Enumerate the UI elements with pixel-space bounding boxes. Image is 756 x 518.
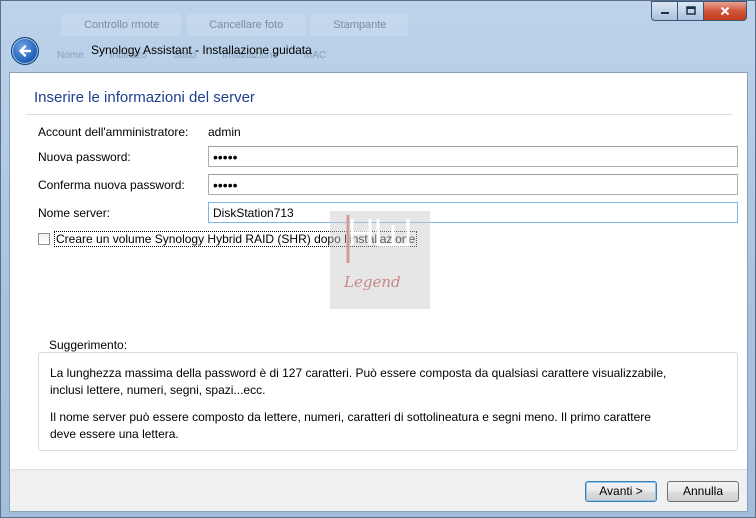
hint-title: Suggerimento: (46, 338, 131, 352)
back-button[interactable] (11, 37, 39, 65)
confirm-password-label: Conferma nuova password: (38, 178, 185, 192)
minimize-icon (660, 12, 669, 14)
wizard-footer: Avanti > Annulla (10, 470, 747, 511)
window-controls (651, 1, 747, 21)
back-arrow-icon (19, 45, 32, 57)
hint-servername-line1: Il nome server può essere composto da le… (50, 410, 651, 424)
watermark-text: Legend (344, 273, 401, 291)
admin-account-value: admin (208, 125, 241, 139)
background-tab: Controllo rmote (61, 13, 183, 36)
window-title: Synology Assistant - Installazione guida… (91, 43, 312, 57)
server-name-field[interactable] (208, 202, 738, 223)
cancel-button[interactable]: Annulla (667, 481, 739, 502)
server-name-label: Nome server: (38, 206, 111, 220)
minimize-button[interactable] (651, 1, 677, 21)
new-password-label: Nuova password: (38, 150, 131, 164)
shr-checkbox[interactable] (38, 233, 50, 245)
hint-servername-line2: deve essere una lettera. (50, 427, 179, 441)
admin-account-label: Account dell'amministratore: (38, 125, 189, 139)
heading-divider (26, 114, 732, 115)
background-tabs: Controllo rmote Cancellare foto Stampant… (61, 13, 410, 39)
watermark-mark-icon (346, 215, 410, 263)
watermark-logo: Legend (330, 211, 430, 309)
new-password-field[interactable] (208, 146, 738, 167)
next-button[interactable]: Avanti > (585, 481, 657, 502)
hint-password-line2: inclusi lettere, numeri, segni, spazi...… (50, 383, 266, 397)
hint-password-line1: La lunghezza massima della password è di… (50, 366, 667, 380)
background-tab: Stampante (310, 13, 410, 36)
page-title: Inserire le informazioni del server (34, 89, 255, 106)
maximize-button[interactable] (677, 1, 703, 21)
confirm-password-field[interactable] (208, 174, 738, 195)
wizard-content: Inserire le informazioni del server Acco… (9, 72, 748, 512)
background-column: Nome (57, 50, 84, 61)
background-tab: Cancellare foto (186, 13, 307, 36)
maximize-icon (685, 6, 696, 15)
window-frame: Controllo rmote Cancellare foto Stampant… (0, 0, 756, 518)
close-button[interactable] (703, 1, 747, 21)
close-icon (720, 6, 730, 16)
